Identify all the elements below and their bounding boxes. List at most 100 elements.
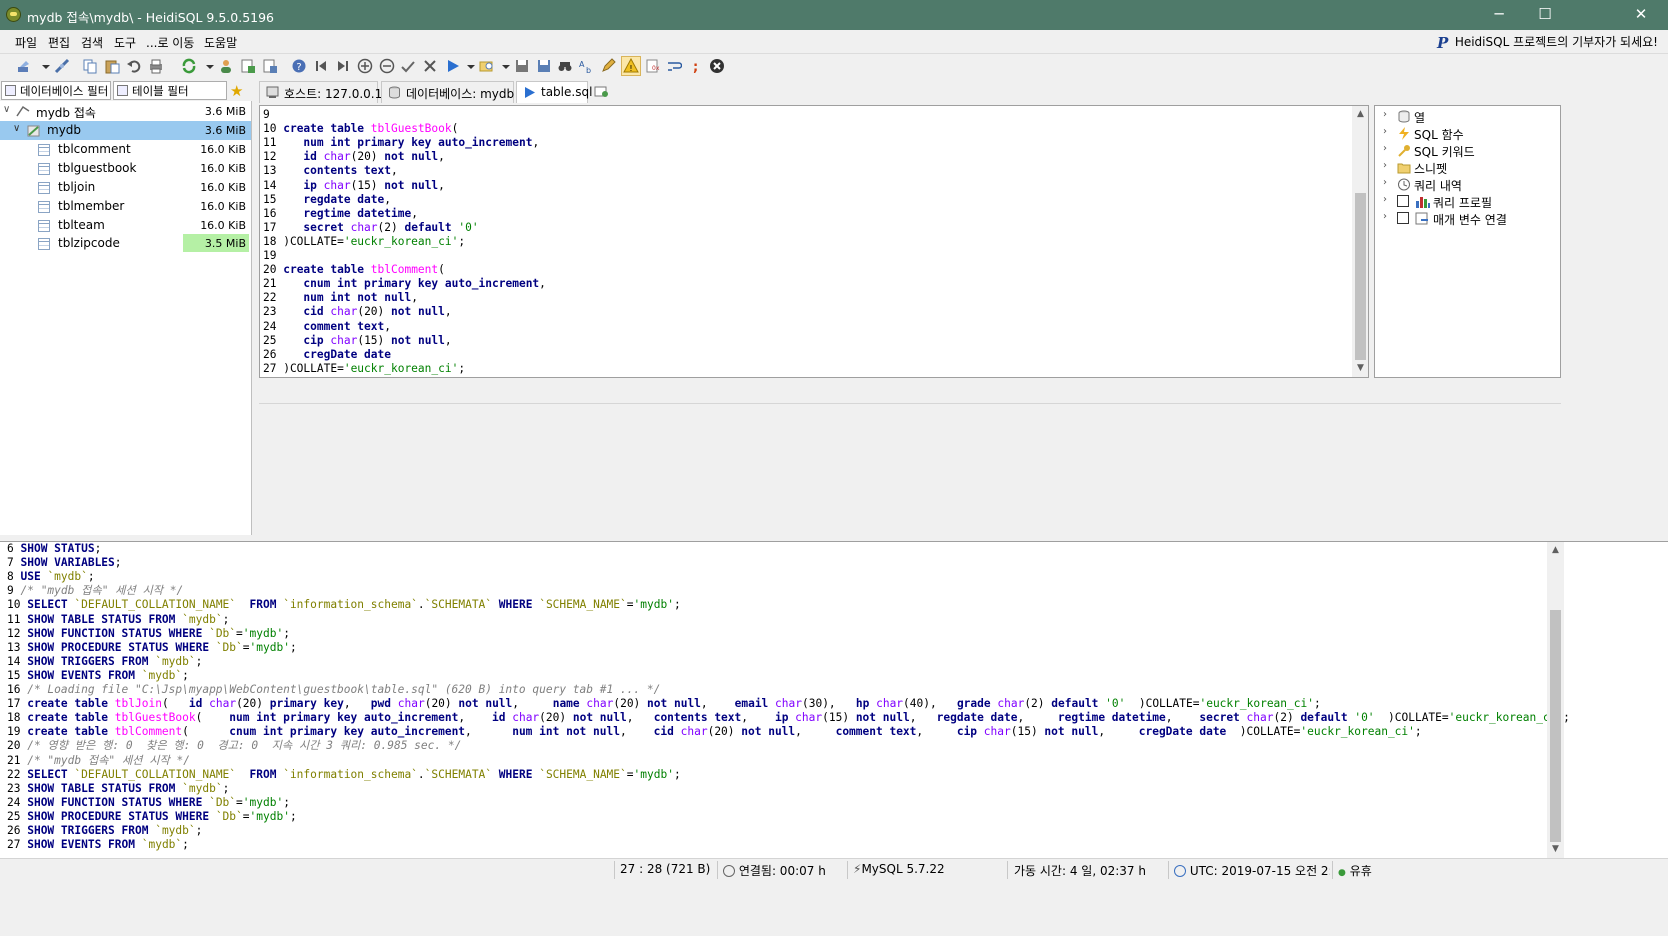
import-icon[interactable]: [262, 58, 278, 74]
database-filter-input[interactable]: 데이터베이스 필터: [1, 81, 111, 100]
menu-edit[interactable]: 편집: [48, 34, 70, 51]
expand-chevron-icon[interactable]: ›: [1383, 211, 1387, 222]
hex-icon[interactable]: 0x: [645, 58, 661, 74]
menu-search[interactable]: 검색: [81, 34, 103, 51]
dropdown-icon[interactable]: [202, 58, 214, 74]
editor-scrollbar[interactable]: ▲ ▼: [1352, 106, 1368, 377]
edit-icon[interactable]: [600, 58, 616, 74]
tab-host[interactable]: 호스트: 127.0.0.1: [259, 81, 382, 103]
expand-chevron-icon[interactable]: ›: [1383, 194, 1387, 205]
helper-query-history[interactable]: › 쿼리 내역: [1375, 176, 1560, 193]
query-profile-checkbox[interactable]: [1397, 195, 1409, 207]
helper-snippets[interactable]: › 스니펫: [1375, 159, 1560, 176]
bind-parameters-checkbox[interactable]: [1397, 212, 1409, 224]
help-icon[interactable]: ?: [291, 58, 307, 74]
expand-chevron-icon[interactable]: ›: [1383, 109, 1387, 120]
tree-table-row[interactable]: tblteam 16.0 KiB: [0, 216, 251, 235]
scroll-thumb[interactable]: [1355, 193, 1366, 360]
remove-icon[interactable]: [379, 58, 395, 74]
menu-tools[interactable]: 도구: [114, 34, 136, 51]
stop-icon[interactable]: [709, 58, 725, 74]
collapse-chevron-icon[interactable]: ∨: [13, 123, 20, 134]
maximize-button[interactable]: ☐: [1522, 0, 1568, 30]
menu-file[interactable]: 파일: [15, 34, 37, 51]
warning-icon[interactable]: !: [621, 56, 641, 76]
minimize-button[interactable]: ─: [1476, 0, 1522, 30]
scroll-up-icon[interactable]: ▲: [1547, 542, 1564, 559]
scroll-up-icon[interactable]: ▲: [1352, 106, 1368, 123]
table-filter-input[interactable]: 테이블 필터: [113, 81, 227, 100]
disconnect-icon[interactable]: [54, 58, 70, 74]
scroll-thumb[interactable]: [1550, 610, 1561, 842]
semicolon-icon[interactable]: ;: [688, 58, 704, 75]
status-uptime: 가동 시간: 4 일, 02:37 h: [1014, 864, 1146, 878]
paste-icon[interactable]: [104, 58, 120, 74]
code-token: 14: [263, 178, 304, 192]
code-token: `mydb`: [47, 570, 88, 584]
dropdown-icon[interactable]: [498, 58, 510, 74]
scroll-down-icon[interactable]: ▼: [1547, 841, 1564, 858]
tree-table-row[interactable]: tblcomment 16.0 KiB: [0, 140, 251, 159]
expand-chevron-icon[interactable]: ›: [1383, 177, 1387, 188]
expand-chevron-icon[interactable]: ›: [1383, 143, 1387, 154]
tree-root-connection[interactable]: ∨ mydb 접속 3.6 MiB: [0, 102, 251, 121]
code-token: tblJoin: [114, 697, 162, 711]
save-as-icon[interactable]: [536, 58, 552, 74]
sql-editor[interactable]: 9 10 create table tblGuestBook(11 num int…: [259, 105, 1369, 378]
last-icon[interactable]: [335, 58, 351, 74]
filter-bar: 데이터베이스 필터 테이블 필터 ★: [0, 80, 252, 101]
tree-table-row[interactable]: tblguestbook 16.0 KiB: [0, 159, 251, 178]
tree-table-row[interactable]: tbljoin 16.0 KiB: [0, 178, 251, 197]
scroll-down-icon[interactable]: ▼: [1352, 360, 1368, 377]
refresh-icon[interactable]: [181, 58, 197, 74]
code-line: 26 SHOW TRIGGERS FROM `mydb`;: [7, 824, 202, 838]
user-manager-icon[interactable]: [218, 58, 234, 74]
tab-database[interactable]: 데이터베이스: mydb: [381, 81, 514, 103]
code-token: SELECT: [27, 767, 75, 781]
helper-columns[interactable]: › 열: [1375, 108, 1560, 125]
tab-query-table-sql[interactable]: table.sql: [516, 81, 592, 103]
result-grid-area[interactable]: [259, 403, 1561, 534]
sql-log[interactable]: 6 SHOW STATUS; 7 SHOW VARIABLES; 8 USE `my…: [0, 541, 1668, 858]
expand-chevron-icon[interactable]: ›: [1383, 126, 1387, 137]
helper-bind-parameters[interactable]: › 매개 변수 연결: [1375, 210, 1560, 227]
log-scrollbar[interactable]: ▲ ▼: [1547, 542, 1564, 858]
donate-button[interactable]: P HeidiSQL 프로젝트의 기부자가 되세요!: [1437, 33, 1658, 52]
binoculars-icon[interactable]: [557, 58, 573, 74]
apply-icon[interactable]: [400, 58, 416, 74]
dropdown-icon[interactable]: [463, 58, 475, 74]
code-token: (30),: [801, 697, 856, 711]
code-token: not null: [384, 178, 439, 192]
search-icon[interactable]: [479, 58, 495, 74]
helper-label: 매개 변수 연결: [1433, 213, 1507, 227]
tree-table-row[interactable]: tblmember 16.0 KiB: [0, 197, 251, 216]
run-icon[interactable]: [445, 58, 461, 74]
expand-chevron-icon[interactable]: ›: [1383, 160, 1387, 171]
collapse-chevron-icon[interactable]: ∨: [3, 104, 10, 115]
code-token: ;: [222, 612, 230, 626]
helper-query-profile[interactable]: › 쿼리 프로필: [1375, 193, 1560, 210]
export-icon[interactable]: [240, 58, 256, 74]
idle-dot-icon: ●: [1338, 868, 1346, 878]
undo-icon[interactable]: [126, 58, 142, 74]
replace-icon[interactable]: Ab: [578, 58, 594, 75]
first-icon[interactable]: [313, 58, 329, 74]
tree-db-mydb[interactable]: ∨ mydb 3.6 MiB: [0, 121, 251, 140]
tree-table-row[interactable]: tblzipcode 3.5 MiB: [0, 234, 251, 253]
dropdown-icon[interactable]: [38, 58, 50, 74]
new-query-tab-icon[interactable]: [594, 85, 609, 98]
connect-icon[interactable]: [16, 58, 32, 74]
copy-icon[interactable]: [82, 58, 98, 74]
save-icon[interactable]: [514, 58, 530, 74]
cancel-icon[interactable]: [422, 58, 438, 74]
close-button[interactable]: ✕: [1618, 0, 1664, 30]
favorite-star-icon[interactable]: ★: [230, 82, 243, 100]
helper-sql-keywords[interactable]: › SQL 키워드: [1375, 142, 1560, 159]
print-icon[interactable]: [148, 58, 164, 74]
code-token: char: [1246, 711, 1274, 725]
menu-goto[interactable]: ...로 이동: [146, 34, 194, 51]
add-icon[interactable]: [357, 58, 373, 74]
helper-sql-functions[interactable]: › SQL 함수: [1375, 125, 1560, 142]
wrap-icon[interactable]: [666, 58, 683, 74]
menu-help[interactable]: 도움말: [204, 34, 237, 51]
